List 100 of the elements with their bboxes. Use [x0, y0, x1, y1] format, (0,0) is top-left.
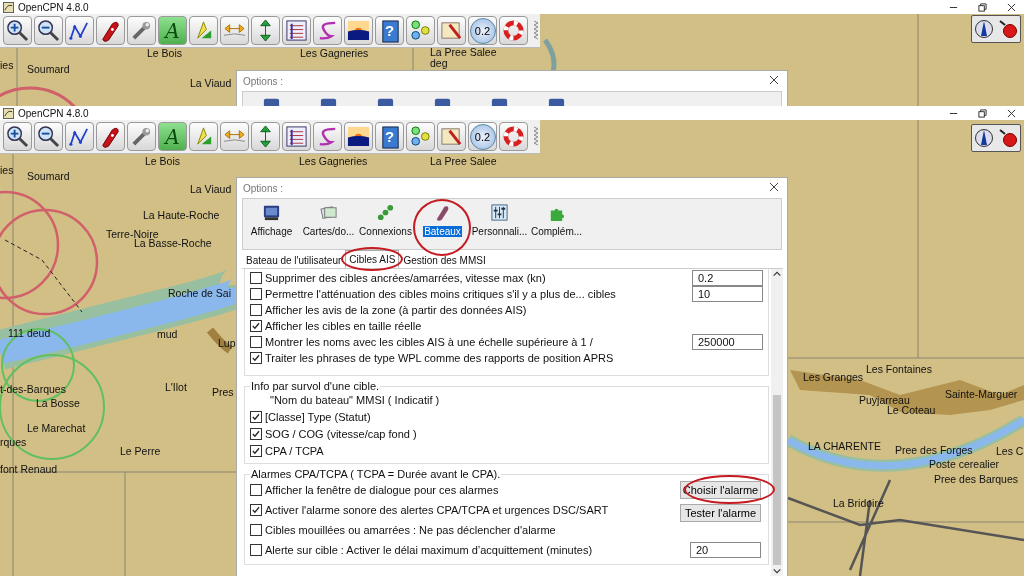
zoom-in-button[interactable]: [3, 122, 32, 151]
lifebuoy-button[interactable]: [499, 122, 528, 151]
help-button[interactable]: ?: [375, 16, 404, 45]
highlight-ellipse: [341, 247, 403, 271]
settings-button[interactable]: [127, 122, 156, 151]
route-button[interactable]: [65, 122, 94, 151]
category-item[interactable]: Connexions: [358, 226, 413, 237]
tab[interactable]: Cibles AIS: [345, 250, 400, 268]
flags-button[interactable]: [189, 16, 218, 45]
boat-button[interactable]: [96, 16, 125, 45]
option-label: Montrer les noms avec les cibles AIS à une échelle supérieure à 1 /: [265, 336, 593, 348]
checkbox[interactable]: [250, 272, 262, 284]
checkbox[interactable]: [250, 288, 262, 300]
flags-button[interactable]: [189, 122, 218, 151]
sunset-button[interactable]: [344, 122, 373, 151]
zoom-out-button[interactable]: [34, 122, 63, 151]
lifebuoy-icon: [502, 19, 525, 42]
checkbox[interactable]: [250, 484, 262, 496]
route-button[interactable]: [65, 16, 94, 45]
highlight-ellipse: [413, 199, 471, 256]
close-button[interactable]: [769, 75, 781, 87]
input-field[interactable]: 10: [692, 286, 763, 302]
option-label: CPA / TCPA: [265, 444, 324, 457]
place-label: mud: [157, 329, 178, 340]
input-field[interactable]: 250000: [692, 334, 763, 350]
text-tool-button[interactable]: A: [158, 16, 187, 45]
place-label: La Pree Salee: [430, 156, 497, 167]
option-label: [Classe] Type (Statut): [265, 410, 371, 423]
checkbox[interactable]: [250, 336, 262, 348]
place-label: La Viaud: [190, 184, 232, 195]
category-item[interactable]: Bateaux: [423, 226, 462, 237]
zoom-out-icon: [37, 125, 60, 148]
compass-icon[interactable]: [974, 19, 994, 39]
zoom-out-button[interactable]: [34, 16, 63, 45]
restore-icon[interactable]: [978, 2, 987, 12]
scrollbar-thumb[interactable]: [773, 395, 781, 565]
category-item[interactable]: Personnali...: [470, 226, 529, 237]
boat-button[interactable]: [96, 122, 125, 151]
checkbox[interactable]: [250, 320, 262, 332]
input-field[interactable]: 20: [690, 542, 761, 558]
window-title: OpenCPN 4.8.0: [18, 1, 89, 13]
list-icon: [285, 19, 308, 42]
tide-button[interactable]: [437, 122, 466, 151]
chart-ruler-icon: [440, 19, 463, 42]
place-label: La Viaud: [190, 78, 232, 89]
compass-icon[interactable]: [974, 128, 994, 148]
checkbox[interactable]: [250, 352, 262, 364]
close-icon[interactable]: [1007, 108, 1016, 118]
checkbox[interactable]: [250, 544, 262, 556]
horizontal-arrows-button[interactable]: [220, 16, 249, 45]
tide-button[interactable]: [437, 16, 466, 45]
zoom-in-button[interactable]: [3, 16, 32, 45]
vertical-arrows-button[interactable]: [251, 16, 280, 45]
list-button[interactable]: [282, 16, 311, 45]
place-label: La Basse-Roche: [134, 238, 212, 249]
category-item[interactable]: Complém...: [529, 226, 584, 237]
help-button[interactable]: ?: [375, 122, 404, 151]
vertical-arrows-button[interactable]: [251, 122, 280, 151]
checkbox[interactable]: [250, 444, 262, 457]
tab[interactable]: Bateau de l'utilisateur: [242, 252, 346, 268]
record-dot-icon[interactable]: [998, 128, 1018, 148]
place-label: L'Ilot: [165, 382, 187, 393]
place-label: Puyjarreau: [859, 395, 910, 406]
place-label: Pree des Forges: [895, 445, 973, 456]
horizontal-arrows-button[interactable]: [220, 122, 249, 151]
record-dot-icon[interactable]: [998, 19, 1018, 39]
track-button[interactable]: [313, 16, 342, 45]
scrollbar[interactable]: [771, 269, 783, 576]
checkbox[interactable]: [250, 427, 262, 440]
place-label: Le Bois: [145, 156, 181, 167]
sunset-button[interactable]: [344, 16, 373, 45]
scale-button[interactable]: 0.2: [468, 122, 497, 151]
place-label: ies: [0, 165, 14, 176]
track-button[interactable]: [313, 122, 342, 151]
tab[interactable]: Gestion des MMSI: [399, 252, 490, 268]
close-button[interactable]: [769, 182, 781, 194]
circles-button[interactable]: [406, 16, 435, 45]
place-label: deg: [430, 58, 448, 69]
group-title: Alarmes CPA/TCPA ( TCPA = Durée avant le CPA).: [250, 468, 502, 480]
alarm-button[interactable]: Tester l'alarme: [680, 503, 761, 522]
restore-icon[interactable]: [978, 108, 987, 118]
sunset-icon: [347, 125, 370, 148]
circles-button[interactable]: [406, 122, 435, 151]
checkbox[interactable]: [250, 504, 262, 516]
place-label: Les Granges: [803, 372, 864, 383]
category-item[interactable]: Affichage: [249, 226, 294, 237]
place-label: Soumard: [27, 171, 70, 182]
checkbox[interactable]: [250, 524, 262, 536]
checkbox[interactable]: [250, 304, 262, 316]
checkbox[interactable]: [250, 410, 262, 423]
close-icon[interactable]: [1007, 2, 1016, 12]
option-label: Traiter les phrases de type WPL comme des rapports de position APRS: [265, 352, 614, 364]
input-field[interactable]: 0.2: [692, 270, 763, 286]
settings-button[interactable]: [127, 16, 156, 45]
scale-button[interactable]: 0.2: [468, 16, 497, 45]
category-item[interactable]: Cartes/do...: [301, 226, 356, 237]
text-tool-button[interactable]: A: [158, 122, 187, 151]
list-button[interactable]: [282, 122, 311, 151]
option-label: Supprimer des cibles ancrées/amarrées, vitesse max (kn): [265, 272, 546, 284]
lifebuoy-button[interactable]: [499, 16, 528, 45]
